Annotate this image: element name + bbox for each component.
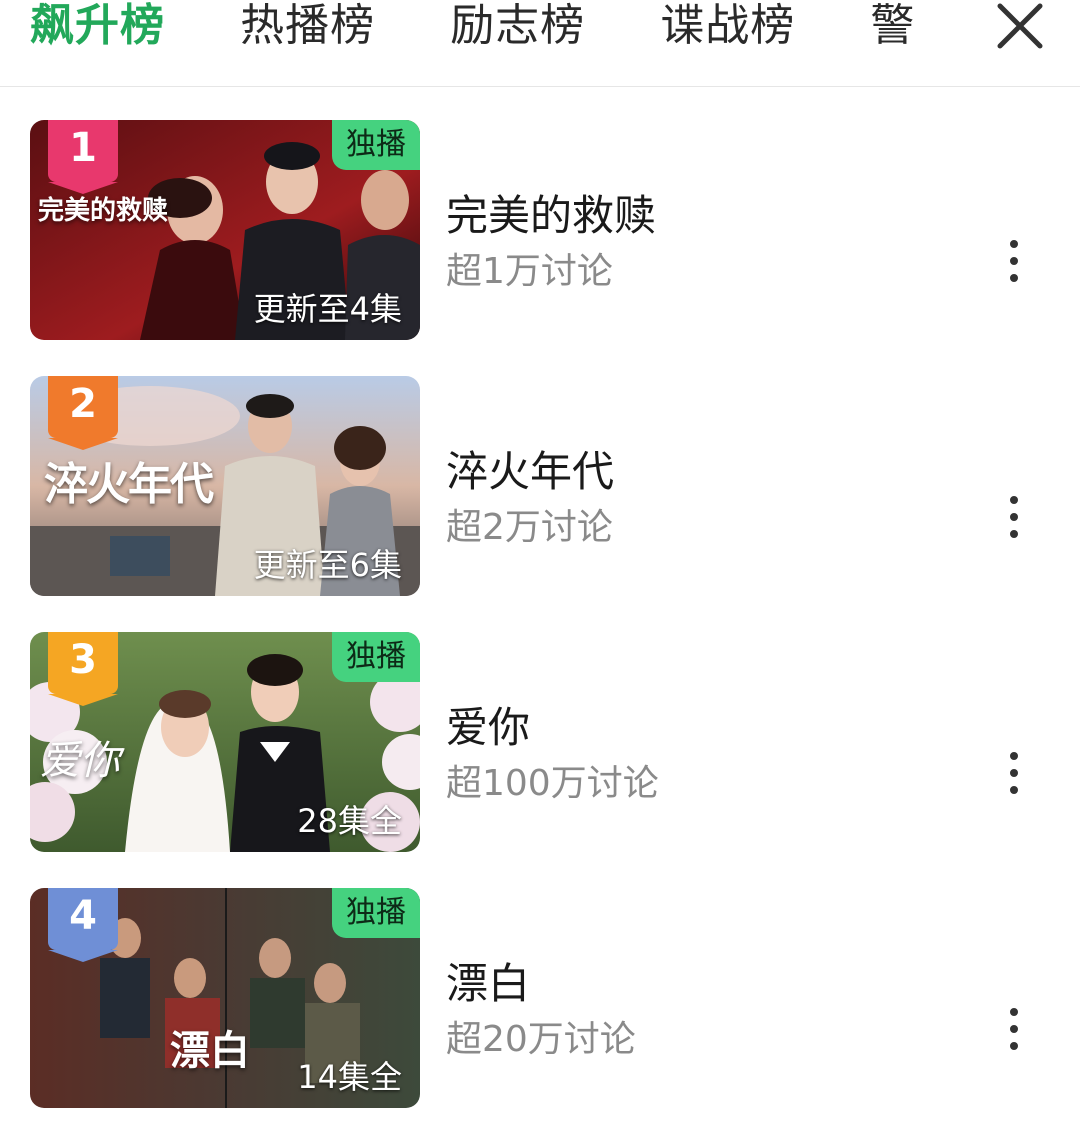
list-item[interactable]: 淬火年代 2 更新至6集 淬火年代 超2万讨论 <box>0 376 1080 598</box>
more-vertical-icon <box>1010 496 1018 538</box>
tab-hot[interactable]: 热播榜 <box>240 0 375 52</box>
more-options-button[interactable] <box>996 492 1032 542</box>
list-item[interactable]: 爱你 3 独播 28集全 爱你 超100万讨论 <box>0 632 1080 854</box>
poster-title: 淬火年代 <box>44 459 214 510</box>
show-title[interactable]: 淬火年代 <box>446 438 614 499</box>
poster-thumbnail[interactable]: 淬火年代 2 更新至6集 <box>30 376 420 596</box>
discussion-count: 超100万讨论 <box>446 763 659 804</box>
exclusive-badge: 独播 <box>332 632 420 682</box>
tab-espionage[interactable]: 谍战榜 <box>660 0 795 52</box>
show-title[interactable]: 完美的救赎 <box>446 182 656 243</box>
poster-thumbnail[interactable]: 爱你 3 独播 28集全 <box>30 632 420 852</box>
close-button[interactable] <box>996 2 1044 50</box>
discussion-count: 超2万讨论 <box>446 507 613 548</box>
more-options-button[interactable] <box>996 748 1032 798</box>
more-vertical-icon <box>1010 1008 1018 1050</box>
ranking-tab-bar: 飙升榜 热播榜 励志榜 谍战榜 警 <box>0 0 1080 87</box>
more-options-button[interactable] <box>996 236 1032 286</box>
rank-badge: 3 <box>48 632 118 706</box>
poster-title: 漂白 <box>170 1028 250 1074</box>
close-icon <box>997 3 1043 49</box>
rank-badge: 1 <box>48 120 118 194</box>
poster-title: 完美的救赎 <box>38 196 169 226</box>
rank-badge: 2 <box>48 376 118 450</box>
episode-status: 14集全 <box>297 1058 402 1096</box>
tab-police[interactable]: 警 <box>870 0 915 52</box>
tab-rising[interactable]: 飙升榜 <box>30 0 165 52</box>
rank-badge: 4 <box>48 888 118 962</box>
show-title[interactable]: 漂白 <box>446 950 530 1011</box>
poster-title: 爱你 <box>40 738 120 784</box>
exclusive-badge: 独播 <box>332 120 420 170</box>
list-item[interactable]: 完美的救赎 1 独播 更新至4集 完美的救赎 超1万讨论 <box>0 120 1080 342</box>
exclusive-badge: 独播 <box>332 888 420 938</box>
show-title[interactable]: 爱你 <box>446 694 530 755</box>
discussion-count: 超1万讨论 <box>446 251 613 292</box>
tab-list: 飙升榜 热播榜 励志榜 谍战榜 警 <box>30 0 960 52</box>
tab-inspirational[interactable]: 励志榜 <box>450 0 585 52</box>
list-item[interactable]: 漂白 4 独播 14集全 漂白 超20万讨论 <box>0 888 1080 1110</box>
episode-status: 28集全 <box>297 802 402 840</box>
more-options-button[interactable] <box>996 1004 1032 1054</box>
discussion-count: 超20万讨论 <box>446 1019 636 1060</box>
more-vertical-icon <box>1010 240 1018 282</box>
episode-status: 更新至6集 <box>253 546 402 584</box>
poster-thumbnail[interactable]: 完美的救赎 1 独播 更新至4集 <box>30 120 420 340</box>
episode-status: 更新至4集 <box>253 290 402 328</box>
poster-thumbnail[interactable]: 漂白 4 独播 14集全 <box>30 888 420 1108</box>
more-vertical-icon <box>1010 752 1018 794</box>
